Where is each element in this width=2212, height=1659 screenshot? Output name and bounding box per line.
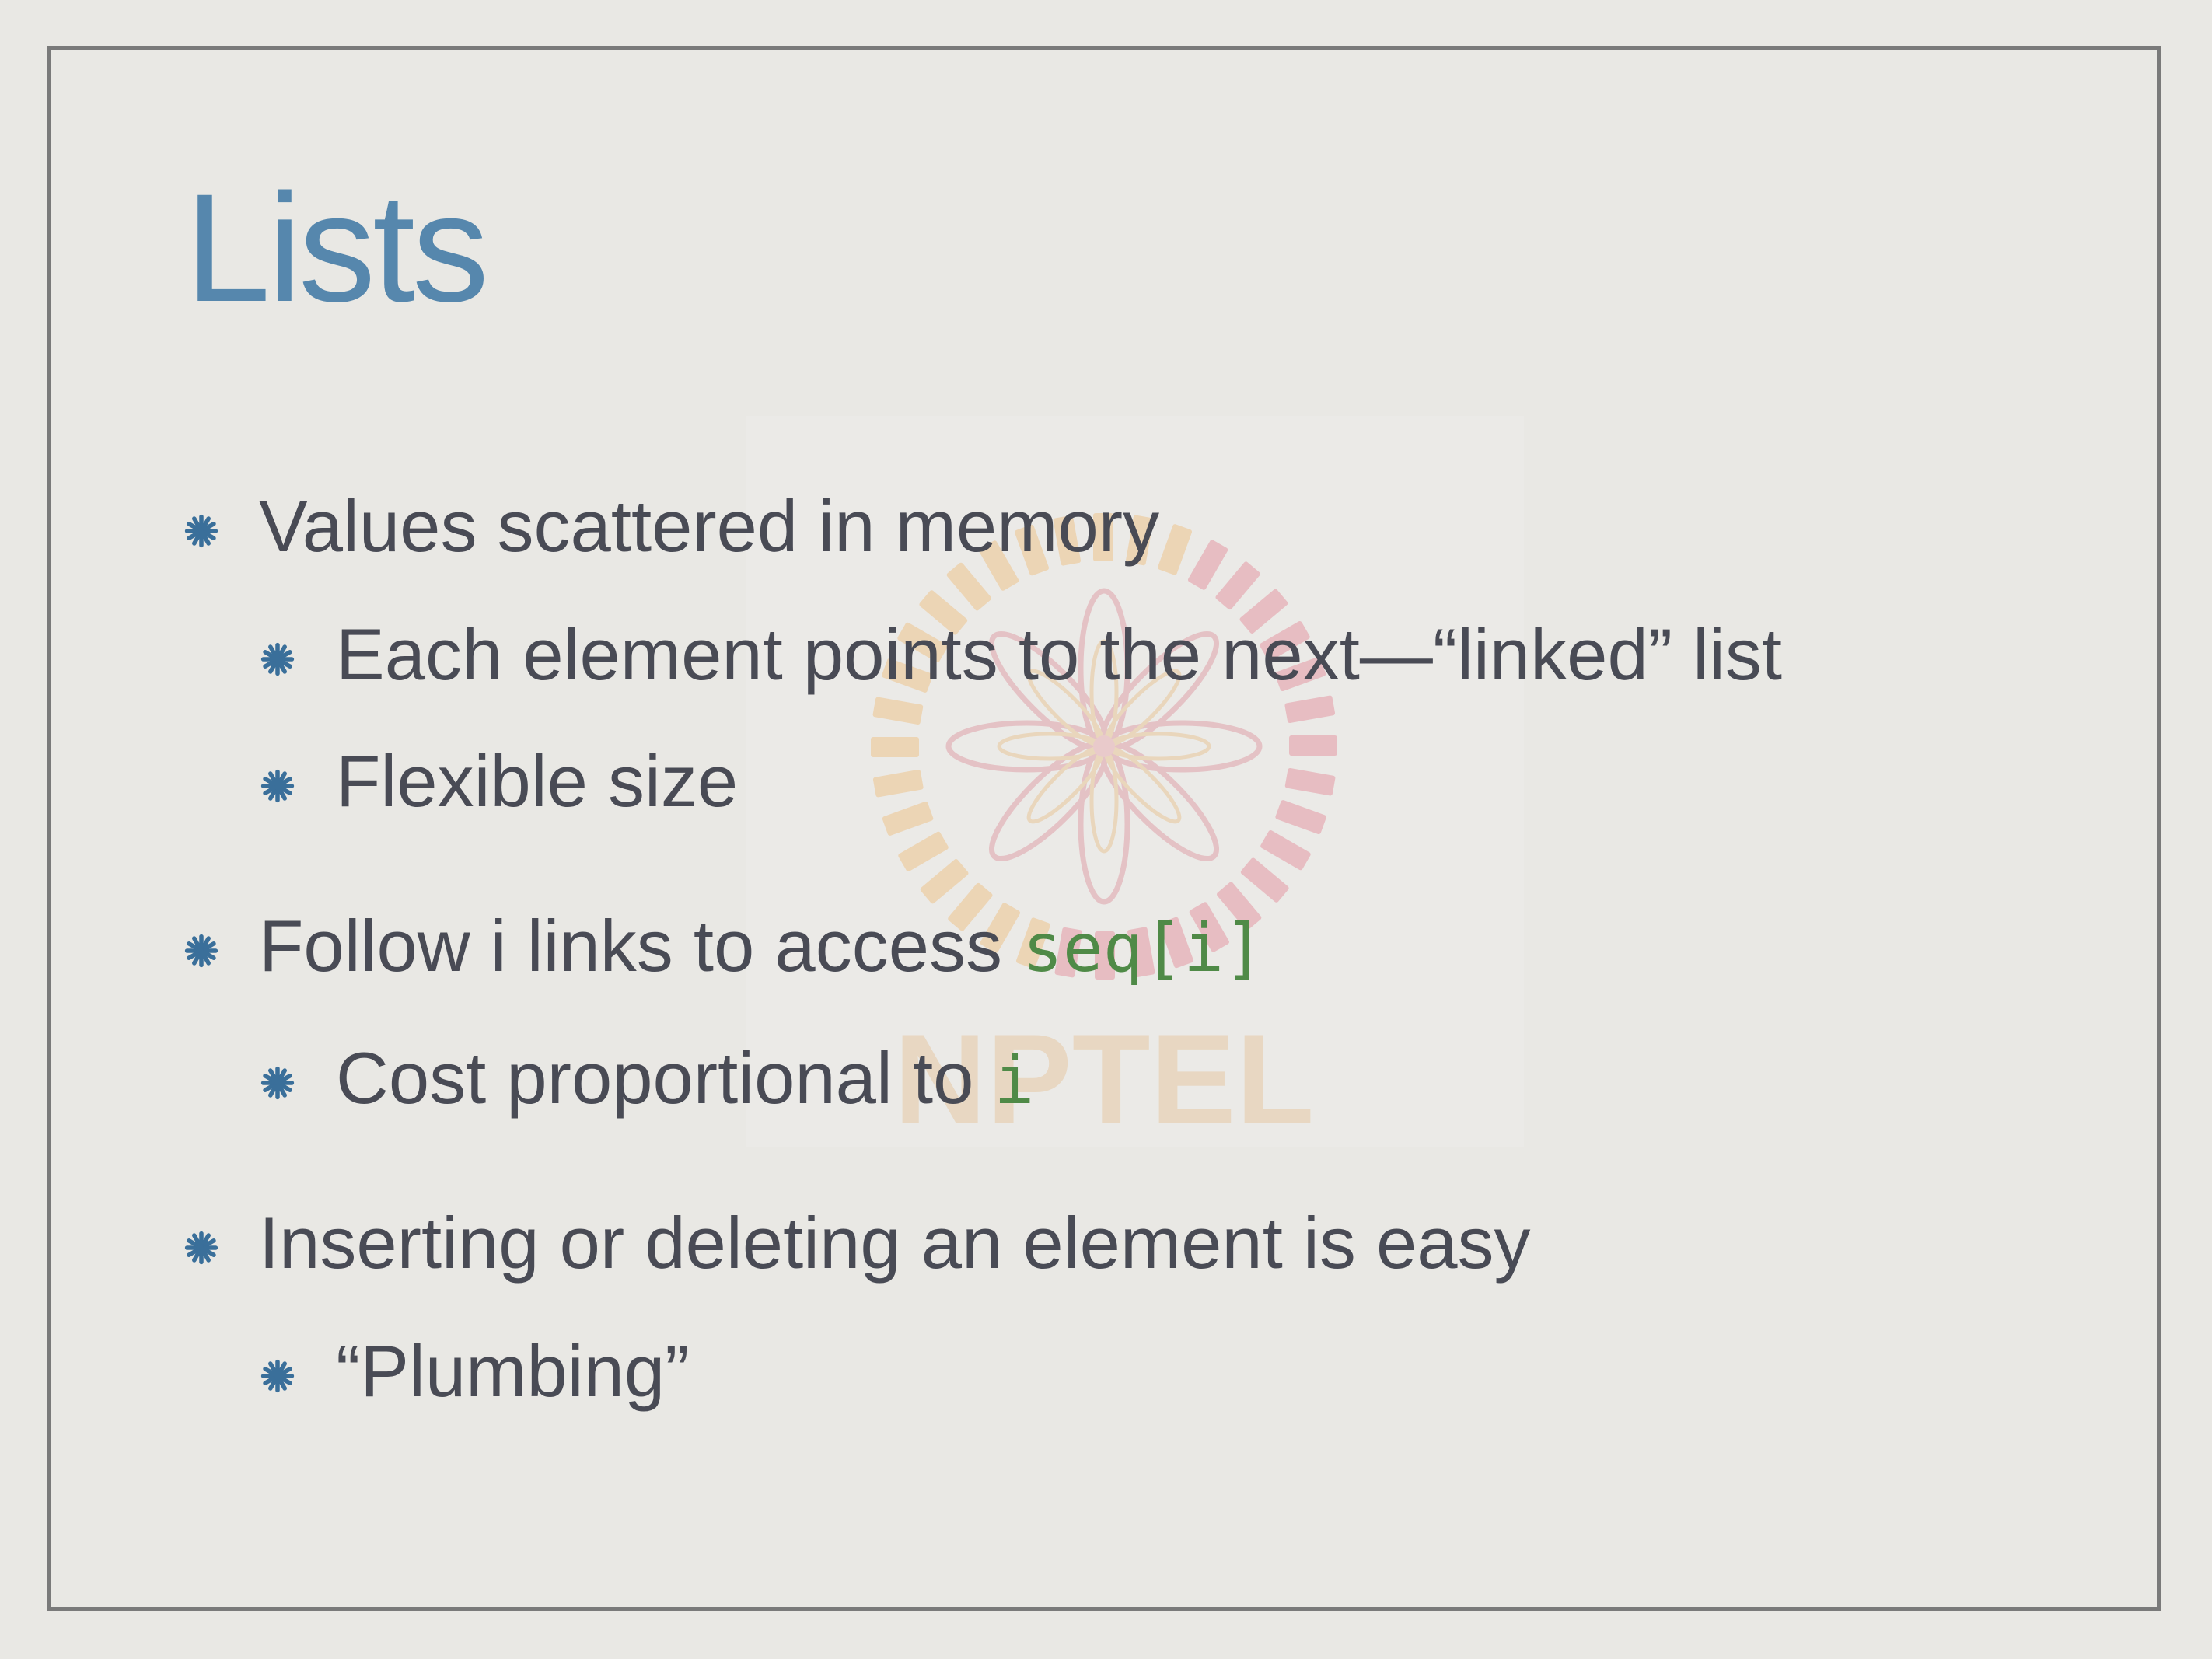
sub-bullet-item: Each element points to the next—“linked”… bbox=[336, 618, 1782, 691]
sub-bullet-item: Cost proportional to i bbox=[336, 1042, 1034, 1115]
bullet-text: Follow i links to access bbox=[259, 905, 1023, 987]
asterisk-bullet-icon bbox=[260, 768, 295, 804]
slide: NPTEL Lists Values scattered in memory Ea… bbox=[0, 0, 2212, 1659]
asterisk-bullet-icon bbox=[183, 933, 219, 969]
bullet-text: Cost proportional to bbox=[336, 1037, 994, 1119]
bullet-text: Each element points to the next—“linked”… bbox=[336, 613, 1783, 695]
bullet-text: Flexible size bbox=[336, 740, 739, 822]
bullet-item: Follow i links to access seq[i] bbox=[259, 910, 1264, 983]
sub-bullet-item: Flexible size bbox=[336, 745, 738, 818]
bullet-text: “Plumbing” bbox=[336, 1330, 690, 1412]
bullet-item: Values scattered in memory bbox=[259, 490, 1159, 563]
bullet-text: Values scattered in memory bbox=[259, 485, 1160, 567]
asterisk-bullet-icon bbox=[260, 1358, 295, 1394]
asterisk-bullet-icon bbox=[183, 1230, 219, 1266]
slide-title: Lists bbox=[185, 162, 489, 334]
bullet-item: Inserting or deleting an element is easy bbox=[259, 1207, 1531, 1280]
asterisk-bullet-icon bbox=[260, 641, 295, 677]
asterisk-bullet-icon bbox=[183, 513, 219, 549]
asterisk-bullet-icon bbox=[260, 1065, 295, 1101]
inline-code: seq[i] bbox=[1022, 910, 1264, 987]
inline-code: i bbox=[994, 1042, 1035, 1119]
sub-bullet-item: “Plumbing” bbox=[336, 1335, 690, 1408]
bullet-text: Inserting or deleting an element is easy bbox=[259, 1202, 1531, 1284]
